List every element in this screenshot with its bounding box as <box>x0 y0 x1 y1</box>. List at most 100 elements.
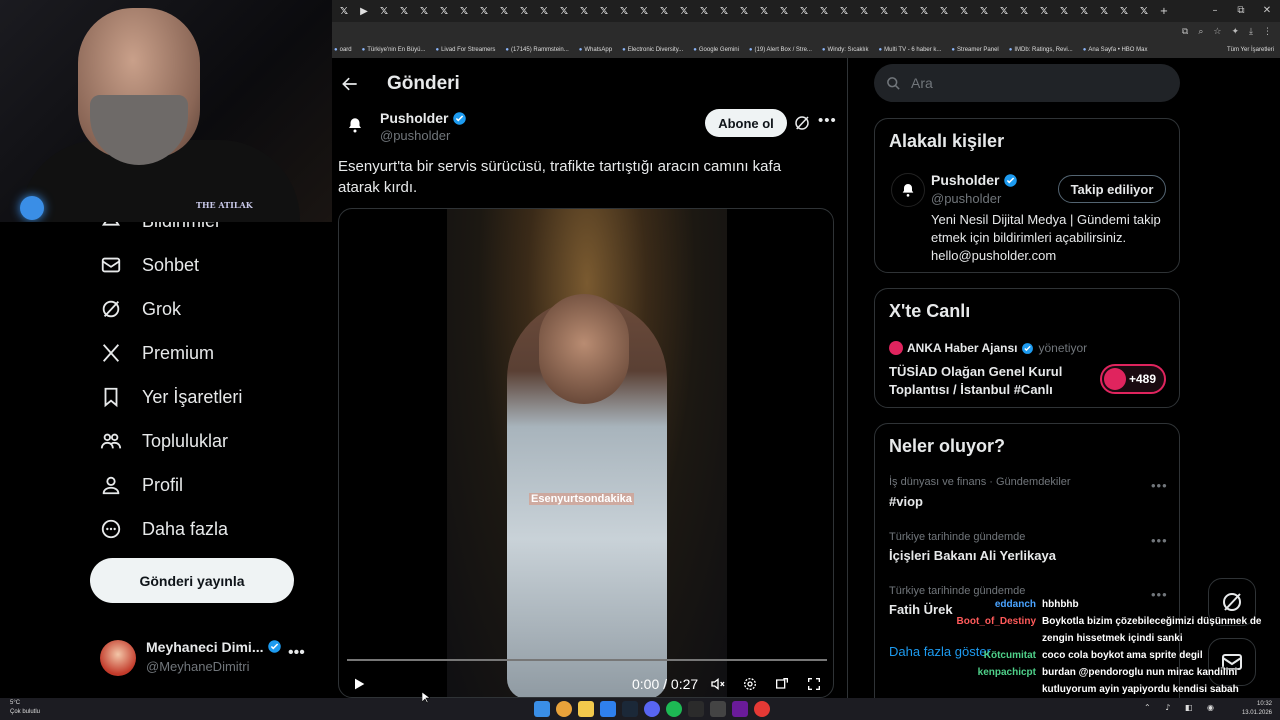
close-window-button[interactable]: ✕ <box>1254 0 1280 22</box>
live-source[interactable]: ANKA Haber Ajansı yönetiyor <box>889 341 1087 355</box>
steam-icon[interactable] <box>622 701 638 717</box>
browser-tab[interactable]: 𝕏 <box>594 2 614 20</box>
grok-icon[interactable] <box>793 114 811 132</box>
new-tab-button[interactable]: + <box>1154 2 1174 20</box>
spotify-icon[interactable] <box>666 701 682 717</box>
browser-tab[interactable]: 𝕏 <box>994 2 1014 20</box>
browser-tab[interactable]: 𝕏 <box>754 2 774 20</box>
live-listeners-pill[interactable]: +489 <box>1100 364 1166 394</box>
back-arrow-icon[interactable] <box>340 74 360 94</box>
browser-tab[interactable]: 𝕏 <box>914 2 934 20</box>
bookmark[interactable]: Livad For Streamers <box>435 47 495 53</box>
browser-tab[interactable]: ▶ <box>354 2 374 20</box>
volume-icon[interactable] <box>710 676 726 692</box>
browser-tab[interactable]: 𝕏 <box>554 2 574 20</box>
browser-tab[interactable]: 𝕏 <box>394 2 414 20</box>
browser-tab[interactable]: 𝕏 <box>534 2 554 20</box>
picture-in-picture-icon[interactable] <box>774 676 790 692</box>
bookmark[interactable]: oard <box>334 47 352 53</box>
related-handle[interactable]: @pusholder <box>931 191 1001 206</box>
browser-tab[interactable]: 𝕏 <box>514 2 534 20</box>
bookmark[interactable]: Electronic Diversity... <box>622 47 684 53</box>
author-avatar[interactable] <box>338 108 372 142</box>
browser-tab[interactable]: 𝕏 <box>434 2 454 20</box>
weather-widget[interactable]: 5°C Çok bulutlu <box>10 699 40 717</box>
related-name[interactable]: Pusholder <box>931 172 1018 188</box>
nav-item-premium[interactable]: Premium <box>100 342 214 364</box>
following-button[interactable]: Takip ediliyor <box>1058 175 1166 203</box>
obs-icon[interactable] <box>732 701 748 717</box>
browser-tab[interactable]: 𝕏 <box>834 2 854 20</box>
folder-icon[interactable] <box>578 701 594 717</box>
search-input[interactable]: Ara <box>874 64 1180 102</box>
bookmark[interactable]: Türkiye'nin En Büyü... <box>362 47 425 53</box>
browser-tab[interactable]: 𝕏 <box>1094 2 1114 20</box>
nav-item-chat[interactable]: Sohbet <box>100 254 199 276</box>
nav-item-communities[interactable]: Topluluklar <box>100 430 228 452</box>
puzzle-icon[interactable]: ✦ <box>1231 27 1239 37</box>
trend-more-icon[interactable]: ••• <box>1151 478 1168 493</box>
app-icon[interactable] <box>710 701 726 717</box>
account-switcher[interactable]: Meyhaneci Dimi... @MeyhaneDimitri ••• <box>100 636 320 680</box>
browser-tab[interactable]: 𝕏 <box>1014 2 1034 20</box>
related-avatar[interactable] <box>891 173 925 207</box>
browser-tab[interactable]: 𝕏 <box>794 2 814 20</box>
video-player[interactable]: Esenyurtsondakika 0:00 / 0:27 <box>338 208 834 698</box>
start-icon[interactable] <box>534 701 550 717</box>
bookmark[interactable]: Windy: Sıcaklık <box>822 47 869 53</box>
fullscreen-icon[interactable] <box>806 676 822 692</box>
browser-tab[interactable]: 𝕏 <box>1034 2 1054 20</box>
discord-icon[interactable] <box>644 701 660 717</box>
browser-tab[interactable]: 𝕏 <box>614 2 634 20</box>
trend-name[interactable]: İçişleri Bakanı Ali Yerlikaya <box>889 548 1056 563</box>
download-icon[interactable]: ⤓ <box>1249 27 1253 37</box>
bookmark[interactable]: IMDb: Ratings, Revi... <box>1009 47 1072 53</box>
system-tray-icons[interactable]: ⌃ ♪ ◧ ◉ <box>1144 703 1220 712</box>
app-icon[interactable] <box>600 701 616 717</box>
chrome-icon[interactable] <box>556 701 572 717</box>
nav-item-grok[interactable]: Grok <box>100 298 181 320</box>
browser-tab[interactable]: 𝕏 <box>414 2 434 20</box>
clock[interactable]: 10:32 13.01.2026 <box>1242 700 1272 718</box>
author-handle[interactable]: @pusholder <box>380 128 450 143</box>
bookmark[interactable]: WhatsApp <box>579 47 612 53</box>
trend-name[interactable]: #viop <box>889 494 923 509</box>
zoom-icon[interactable]: ⌕ <box>1198 27 1203 37</box>
browser-tab[interactable]: 𝕏 <box>1074 2 1094 20</box>
nav-item-bookmarks[interactable]: Yer İşaretleri <box>100 386 242 408</box>
all-bookmarks[interactable]: Tüm Yer İşaretleri <box>1227 42 1274 58</box>
extension-icon[interactable]: ⧉ <box>1182 27 1188 37</box>
bookmark[interactable]: Streamer Panel <box>951 47 999 53</box>
browser-tab[interactable]: 𝕏 <box>474 2 494 20</box>
browser-tab[interactable]: 𝕏 <box>954 2 974 20</box>
bookmark[interactable]: Google Gemini <box>693 47 739 53</box>
browser-tab[interactable]: 𝕏 <box>714 2 734 20</box>
browser-tab[interactable]: 𝕏 <box>574 2 594 20</box>
video-progress-bar[interactable] <box>347 659 827 661</box>
nav-item-profile[interactable]: Profil <box>100 474 183 496</box>
browser-tab[interactable]: 𝕏 <box>894 2 914 20</box>
bookmark[interactable]: (19) Alert Box / Stre... <box>749 47 812 53</box>
author-name[interactable]: Pusholder <box>380 110 467 126</box>
browser-tab[interactable]: 𝕏 <box>734 2 754 20</box>
live-event-title[interactable]: TÜSİAD Olağan Genel Kurul Toplantısı / İ… <box>889 363 1089 399</box>
browser-tab[interactable]: 𝕏 <box>1114 2 1134 20</box>
more-icon[interactable]: ••• <box>288 644 305 662</box>
app-icon[interactable] <box>754 701 770 717</box>
browser-tab[interactable]: 𝕏 <box>494 2 514 20</box>
trend-more-icon[interactable]: ••• <box>1151 533 1168 548</box>
restore-button[interactable]: ⧉ <box>1228 0 1254 22</box>
bookmark[interactable]: Ana Sayfa • HBO Max <box>1083 47 1147 53</box>
bookmark[interactable]: Multi TV - 6 haber k... <box>879 47 941 53</box>
subscribe-button[interactable]: Abone ol <box>705 109 787 137</box>
browser-tab[interactable]: 𝕏 <box>874 2 894 20</box>
browser-tab[interactable]: 𝕏 <box>634 2 654 20</box>
browser-tab[interactable]: 𝕏 <box>974 2 994 20</box>
browser-tab[interactable]: 𝕏 <box>654 2 674 20</box>
browser-tab[interactable]: 𝕏 <box>374 2 394 20</box>
minimize-button[interactable]: – <box>1202 0 1228 22</box>
browser-tab[interactable]: 𝕏 <box>774 2 794 20</box>
browser-tab[interactable]: 𝕏 <box>694 2 714 20</box>
nav-item-more[interactable]: Daha fazla <box>100 518 228 540</box>
more-options-icon[interactable]: ••• <box>818 112 837 129</box>
